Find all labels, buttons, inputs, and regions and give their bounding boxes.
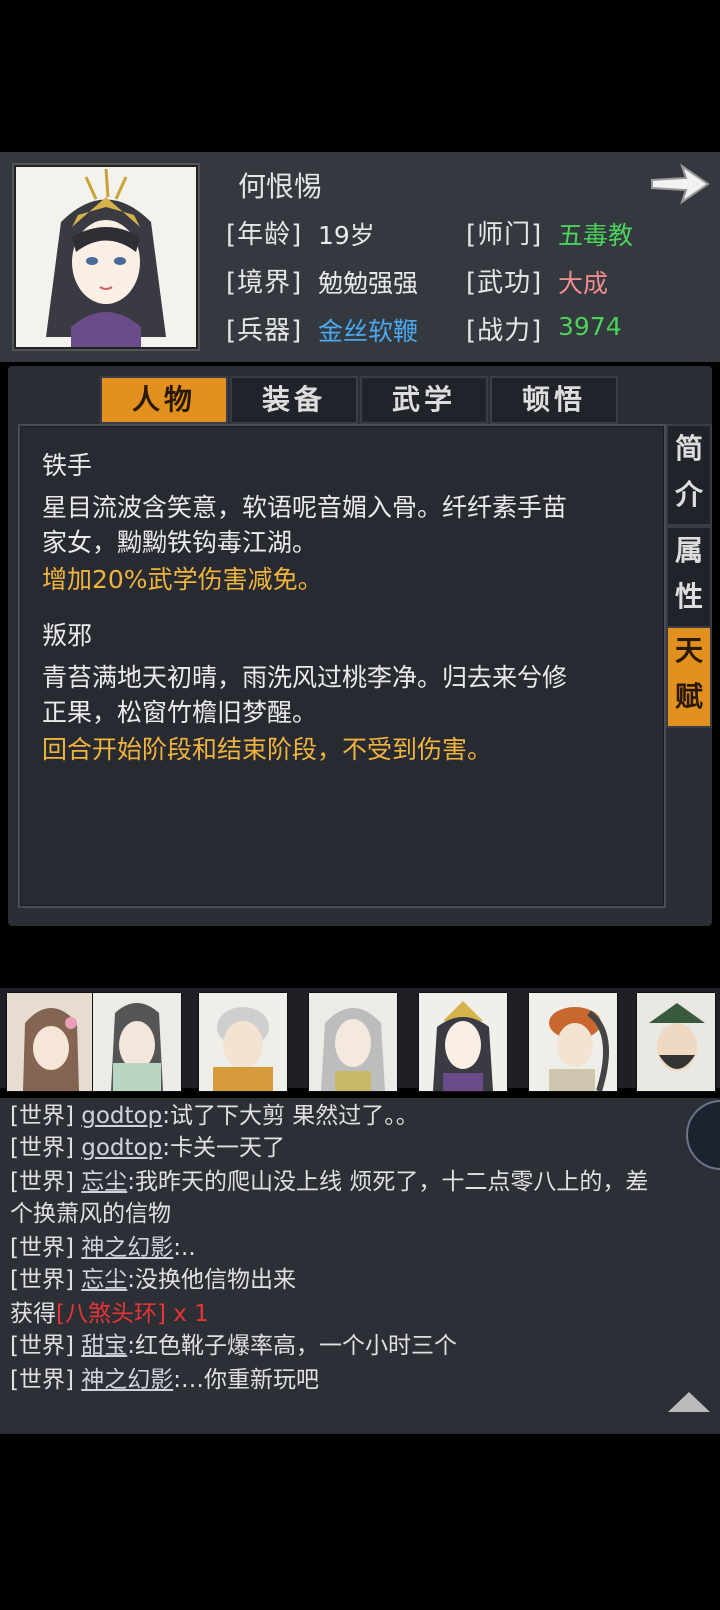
chat-player[interactable]: godtop: [81, 1135, 162, 1161]
talent-desc: 正果，松窗竹檐旧梦醒。: [42, 698, 318, 727]
chat-message: [世界] 忘尘:我昨天的爬山没上线 烦死了，十二点零八上的，差: [10, 1166, 700, 1198]
next-arrow-icon[interactable]: [648, 160, 710, 208]
side-tab-talents[interactable]: 天赋: [666, 626, 712, 728]
party-avatar[interactable]: [308, 992, 398, 1092]
chat-player[interactable]: godtop: [81, 1103, 162, 1129]
party-avatar[interactable]: [528, 992, 618, 1092]
party-avatar[interactable]: [418, 992, 508, 1092]
chat-player[interactable]: 忘尘: [81, 1267, 127, 1293]
chat-channel: [世界]: [10, 1135, 74, 1161]
loot-item[interactable]: [八煞头环]: [56, 1301, 166, 1327]
tab-martial-arts[interactable]: 武学: [360, 376, 488, 424]
party-avatar[interactable]: [198, 992, 288, 1092]
stat-label-age: [年龄]: [226, 220, 303, 250]
chat-message: [世界] 神之幻影:…你重新玩吧: [10, 1364, 700, 1396]
stat-value-realm: 勉勉强强: [318, 269, 419, 298]
talent-effect: 回合开始阶段和结束阶段，不受到伤害。: [42, 735, 493, 764]
chat-channel: [世界]: [10, 1235, 74, 1261]
tab-equipment[interactable]: 装备: [230, 376, 358, 424]
chat-message: [世界] godtop:卡关一天了: [10, 1132, 700, 1164]
chat-player[interactable]: 甜宝: [81, 1333, 127, 1359]
tab-enlightenment[interactable]: 顿悟: [490, 376, 618, 424]
stat-value-power: 3974: [558, 312, 622, 341]
chat-channel: [世界]: [10, 1267, 74, 1293]
chat-text: :没换他信物出来: [127, 1267, 297, 1293]
stat-label-skill: [武功]: [466, 268, 543, 298]
expand-up-arrow-icon[interactable]: [668, 1392, 710, 1412]
talent-name: 叛邪: [42, 621, 93, 650]
chat-text: :…你重新玩吧: [173, 1367, 320, 1393]
stat-value-sect: 五毒教: [558, 221, 634, 250]
stat-label-sect: [师门]: [466, 220, 543, 250]
chat-message: [世界] 神之幻影:..: [10, 1232, 700, 1264]
stat-value-weapon[interactable]: 金丝软鞭: [318, 312, 418, 348]
loot-prefix: 获得: [10, 1301, 56, 1327]
loot-count: x 1: [165, 1301, 209, 1327]
chat-channel: [世界]: [10, 1169, 74, 1195]
party-avatar[interactable]: [636, 992, 716, 1092]
chat-text: :卡关一天了: [162, 1135, 285, 1161]
tab-character[interactable]: 人物: [100, 376, 228, 424]
stat-value-age: 19岁: [318, 221, 375, 250]
talent-effect: 增加20%武学伤害减免。: [42, 565, 323, 594]
stat-label-weapon: [兵器]: [226, 316, 303, 346]
character-portrait: [14, 165, 198, 349]
chat-channel: [世界]: [10, 1333, 74, 1359]
chat-text: :..: [173, 1235, 196, 1261]
chat-player[interactable]: 神之幻影: [81, 1235, 173, 1261]
chat-player[interactable]: 忘尘: [81, 1169, 127, 1195]
chat-text: :红色靴子爆率高，一个小时三个: [127, 1333, 458, 1359]
side-tab-attributes[interactable]: 属性: [666, 526, 712, 628]
talent-desc: 家女，黝黝铁钩毒江湖。: [42, 528, 318, 557]
character-name: 何恨惕: [238, 170, 323, 203]
talent-desc: 青苔满地天初晴，雨洗风过桃李净。归去来兮修: [42, 663, 568, 692]
talent-desc: 星目流波含笑意，软语呢音媚入骨。纤纤素手苗: [42, 493, 568, 522]
chat-message: [世界] 甜宝:红色靴子爆率高，一个小时三个: [10, 1330, 700, 1362]
stat-label-power: [战力]: [466, 316, 543, 346]
chat-message: [世界] godtop:试了下大剪 果然过了。。: [10, 1100, 700, 1132]
chat-text: :我昨天的爬山没上线 烦死了，十二点零八上的，差: [127, 1169, 649, 1195]
chat-channel: [世界]: [10, 1103, 74, 1129]
talent-name: 铁手: [42, 451, 93, 480]
party-avatar[interactable]: [6, 992, 96, 1092]
chat-message: [世界] 忘尘:没换他信物出来: [10, 1264, 700, 1296]
chat-channel: [世界]: [10, 1367, 74, 1393]
stat-value-skill: 大成: [558, 269, 609, 298]
chat-text: :试了下大剪 果然过了。。: [162, 1103, 419, 1129]
stat-label-realm: [境界]: [226, 268, 303, 298]
chat-message-continuation: 个换萧风的信物: [10, 1201, 171, 1227]
chat-player[interactable]: 神之幻影: [81, 1367, 173, 1393]
loot-message: 获得[八煞头环] x 1: [10, 1298, 700, 1330]
side-tab-intro[interactable]: 简介: [666, 424, 712, 526]
party-avatar[interactable]: [92, 992, 182, 1092]
